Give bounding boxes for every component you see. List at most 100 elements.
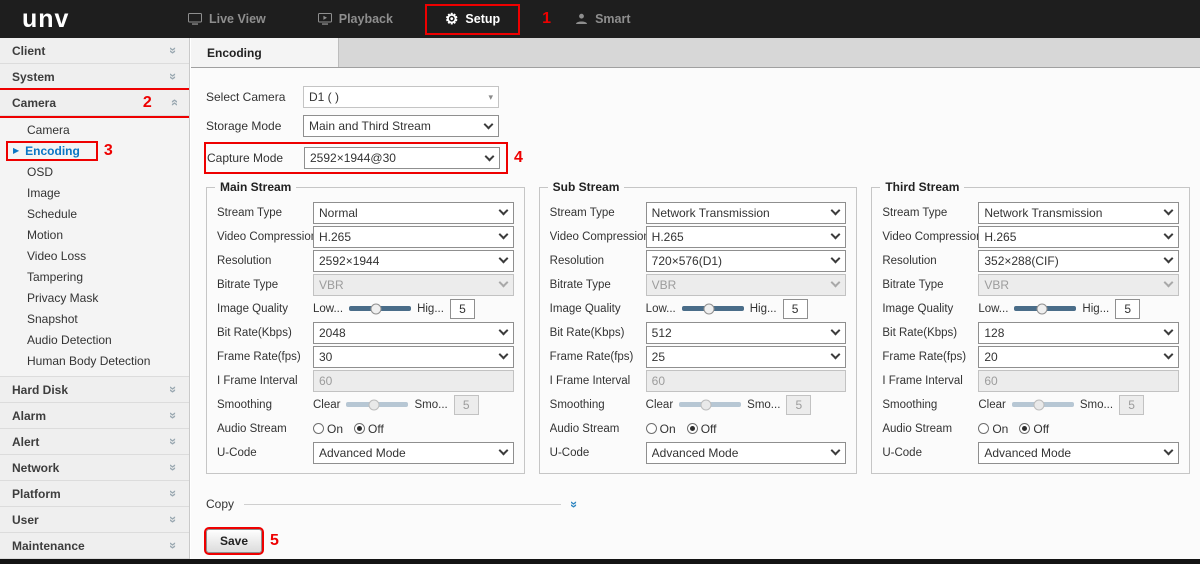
select-camera-dropdown[interactable]: D1 ( ) ▾: [303, 86, 499, 108]
sidebar-item-maintenance[interactable]: Maintenance »: [0, 533, 189, 559]
field-label: Smoothing: [882, 399, 978, 411]
audio-on-label[interactable]: On: [660, 422, 676, 436]
i-frame-interval-input: 60: [646, 370, 847, 392]
slider-low-label: Clear: [978, 399, 1005, 411]
audio-on-radio[interactable]: [978, 423, 989, 434]
nav-playback-label: Playback: [339, 12, 393, 26]
audio-on-label[interactable]: On: [992, 422, 1008, 436]
sidebar-item-human-body-detection[interactable]: Human Body Detection: [0, 350, 189, 371]
nav-live-view[interactable]: Live View: [170, 6, 284, 33]
frame-rate-select[interactable]: 30: [313, 346, 514, 368]
audio-off-label[interactable]: Off: [1033, 422, 1049, 436]
chevron-down-icon: [831, 206, 841, 216]
select-camera-label: Select Camera: [206, 90, 303, 104]
sidebar-item-audio-detection[interactable]: Audio Detection: [0, 329, 189, 350]
image-quality-slider[interactable]: [1014, 306, 1076, 311]
sidebar-item-motion[interactable]: Motion: [0, 224, 189, 245]
image-quality-value[interactable]: 5: [1115, 299, 1140, 319]
field-label: Image Quality: [217, 303, 313, 315]
save-button[interactable]: Save: [206, 529, 262, 553]
sidebar-item-privacy-mask[interactable]: Privacy Mask: [0, 287, 189, 308]
video-compression-select[interactable]: H.265: [313, 226, 514, 248]
sidebar-item-label: Maintenance: [12, 539, 85, 553]
chevron-down-icon: [498, 326, 508, 336]
audio-on-label[interactable]: On: [327, 422, 343, 436]
sidebar-item-encoding[interactable]: ▶ Encoding 3: [0, 140, 189, 161]
annotation-number-3: 3: [104, 142, 113, 160]
sidebar-item-network[interactable]: Network »: [0, 455, 189, 481]
audio-off-radio[interactable]: [354, 423, 365, 434]
frame-rate-select[interactable]: 25: [646, 346, 847, 368]
image-quality-slider[interactable]: [349, 306, 411, 311]
u-code-select[interactable]: Advanced Mode: [646, 442, 847, 464]
sidebar-item-schedule[interactable]: Schedule: [0, 203, 189, 224]
image-quality-value[interactable]: 5: [450, 299, 475, 319]
smoothing-slider: [679, 402, 741, 407]
capture-mode-row: Capture Mode 2592×1944@30 4: [206, 144, 1190, 172]
nav-setup[interactable]: ⚙ Setup: [427, 6, 518, 33]
sidebar-item-video-loss[interactable]: Video Loss: [0, 245, 189, 266]
capture-mode-dropdown[interactable]: 2592×1944@30: [304, 147, 500, 169]
bit-rate-select[interactable]: 512: [646, 322, 847, 344]
resolution-select[interactable]: 720×576(D1): [646, 250, 847, 272]
field-label: Stream Type: [882, 207, 978, 219]
frame-rate-select[interactable]: 20: [978, 346, 1179, 368]
sidebar-item-camera-sub[interactable]: Camera: [0, 119, 189, 140]
sidebar-item-alarm[interactable]: Alarm »: [0, 403, 189, 429]
stream-type-select[interactable]: Network Transmission: [646, 202, 847, 224]
sidebar-item-tampering[interactable]: Tampering: [0, 266, 189, 287]
sidebar-item-hard-disk[interactable]: Hard Disk »: [0, 377, 189, 403]
slider-high-label: Hig...: [417, 303, 444, 315]
stream-panels: Main Stream Stream Type Normal Video Com…: [206, 187, 1190, 474]
sidebar-item-alert[interactable]: Alert »: [0, 429, 189, 455]
audio-off-radio[interactable]: [687, 423, 698, 434]
stream-type-select[interactable]: Network Transmission: [978, 202, 1179, 224]
chevron-down-icon: [831, 254, 841, 264]
resolution-select[interactable]: 2592×1944: [313, 250, 514, 272]
sidebar-item-camera[interactable]: Camera 2 »: [0, 90, 189, 116]
audio-on-radio[interactable]: [313, 423, 324, 434]
bit-rate-select[interactable]: 128: [978, 322, 1179, 344]
nav-setup-label: Setup: [465, 12, 500, 26]
video-compression-select[interactable]: H.265: [978, 226, 1179, 248]
sidebar-item-platform[interactable]: Platform »: [0, 481, 189, 507]
slider-low-label: Low...: [646, 303, 676, 315]
audio-on-radio[interactable]: [646, 423, 657, 434]
bitrate-type-select: VBR: [978, 274, 1179, 296]
slider-high-label: Hig...: [1082, 303, 1109, 315]
sidebar-item-label: Alarm: [12, 409, 46, 423]
audio-off-label[interactable]: Off: [368, 422, 384, 436]
image-quality-value[interactable]: 5: [783, 299, 808, 319]
u-code-select[interactable]: Advanced Mode: [978, 442, 1179, 464]
image-quality-slider[interactable]: [682, 306, 744, 311]
sidebar-item-osd[interactable]: OSD: [0, 161, 189, 182]
sidebar-item-client[interactable]: Client »: [0, 38, 189, 64]
bit-rate-select[interactable]: 2048: [313, 322, 514, 344]
sidebar-item-snapshot[interactable]: Snapshot: [0, 308, 189, 329]
storage-mode-dropdown[interactable]: Main and Third Stream: [303, 115, 499, 137]
sidebar-item-system[interactable]: System »: [0, 64, 189, 90]
slider-thumb: [701, 399, 712, 410]
tab-encoding[interactable]: Encoding: [191, 38, 339, 67]
video-compression-select[interactable]: H.265: [646, 226, 847, 248]
stream-type-select[interactable]: Normal: [313, 202, 514, 224]
resolution-select[interactable]: 352×288(CIF): [978, 250, 1179, 272]
slider-thumb[interactable]: [704, 303, 715, 314]
nav-playback[interactable]: Playback: [300, 6, 411, 33]
chevron-collapsed-icon: »: [167, 516, 180, 523]
bottom-bar: [0, 559, 1200, 564]
chevron-down-icon: [831, 446, 841, 456]
chevron-collapsed-icon: »: [167, 542, 180, 549]
slider-thumb[interactable]: [371, 303, 382, 314]
copy-expand-icon[interactable]: »: [568, 500, 581, 507]
audio-off-radio[interactable]: [1019, 423, 1030, 434]
sidebar-item-user[interactable]: User »: [0, 507, 189, 533]
chevron-down-icon: [1164, 206, 1174, 216]
main-stream-panel: Main Stream Stream Type Normal Video Com…: [206, 187, 525, 474]
sidebar-item-image[interactable]: Image: [0, 182, 189, 203]
audio-off-label[interactable]: Off: [701, 422, 717, 436]
slider-thumb[interactable]: [1036, 303, 1047, 314]
nav-smart-label: Smart: [595, 12, 630, 26]
u-code-select[interactable]: Advanced Mode: [313, 442, 514, 464]
nav-smart[interactable]: Smart: [557, 6, 648, 33]
